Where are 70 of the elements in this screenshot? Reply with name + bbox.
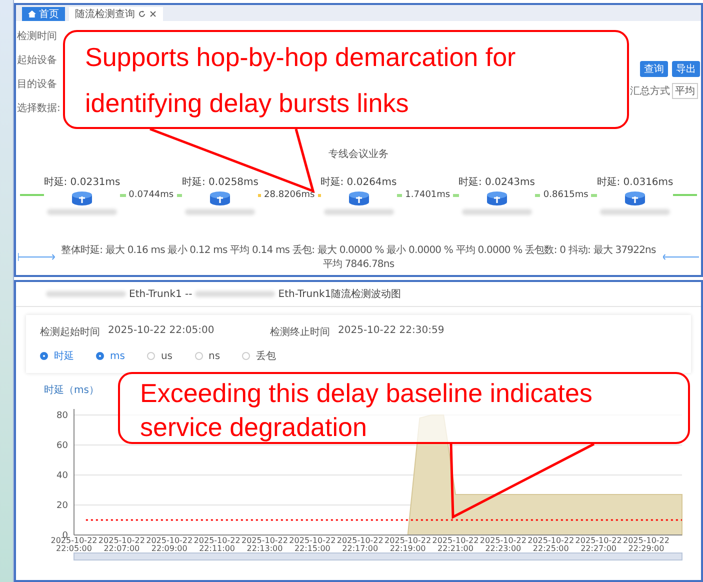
callout-text: Exceeding this delay baseline indicates service degradation: [140, 378, 592, 442]
node-delay-label: 时延: 0.0264ms: [320, 176, 397, 189]
summary-label: 汇总方式: [630, 84, 670, 98]
close-icon[interactable]: [149, 10, 157, 18]
axis-tick-label: 40: [56, 471, 68, 481]
router-icon[interactable]: [486, 191, 508, 207]
axis-tick-label: 2025-10-22 22:27:00: [575, 536, 622, 553]
refresh-icon[interactable]: [138, 10, 146, 18]
link-delay-label: 28.8206ms: [264, 190, 315, 200]
link-delay-label: 0.0744ms: [128, 190, 174, 200]
radio-option[interactable]: ms: [96, 349, 125, 363]
node-delay-label: 时延: 0.0243ms: [458, 176, 535, 189]
time-value: 2025-10-22 22:30:59: [338, 325, 444, 338]
blurred-label: [185, 209, 256, 215]
range-arrow: [18, 253, 54, 261]
link-line: [20, 194, 44, 196]
axis-tick-label: 2025-10-22 22:11:00: [194, 536, 240, 553]
form-label: 选择数据:: [17, 102, 61, 115]
axis-tick-label: 2025-10-22 22:17:00: [336, 536, 384, 553]
axis-tick-label: 2025-10-22 22:13:00: [242, 536, 288, 553]
axis-tick-label: 2025-10-22 22:21:00: [432, 536, 479, 553]
router-icon[interactable]: [624, 191, 646, 207]
radio-option[interactable]: ns: [194, 349, 220, 363]
axis-tick-label: 2025-10-22 22:25:00: [528, 536, 574, 553]
blurred-label: [47, 209, 117, 215]
blurred-label: [462, 209, 532, 215]
link-delay-label: 1.7401ms: [405, 190, 450, 200]
path-summary: 整体时延: 最大 0.16 ms 最小 0.12 ms 平均 0.14 ms 丢包: 最大 0.0000 % 最小 0.0000 % 平均 0.0000 % 丢包数: 0 抖动: 最大 37922ns 平均 7846.78ns: [60, 244, 657, 271]
axis-tick-label: 2025-10-22 22:29:00: [622, 536, 670, 553]
home-icon: [28, 10, 36, 18]
axis-tick-label: 80: [56, 411, 68, 421]
node-delay-label: 时延: 0.0231ms: [44, 176, 120, 189]
time-label: 检测终止时间: [270, 326, 330, 339]
router-icon[interactable]: [209, 191, 232, 207]
axis-tick-label: 20: [56, 501, 68, 511]
axis-tick-label: 2025-10-22 22:05:00: [50, 536, 98, 553]
service-title: 专线会议业务: [328, 148, 390, 161]
tab[interactable]: 随流检测查询: [69, 7, 163, 21]
axis-tick-label: 2025-10-22 22:07:00: [98, 536, 145, 553]
axis-tick-label: 2025-10-22 22:23:00: [480, 536, 526, 553]
form-label: 检测时间: [17, 30, 58, 43]
chart-title: Eth-Trunk1随流检测波动图: [278, 288, 402, 301]
radio-option[interactable]: 时延: [40, 349, 74, 363]
chart-title: Eth-Trunk1 --: [129, 288, 192, 300]
radio-option[interactable]: 丢包: [242, 349, 276, 363]
axis-tick-label: 2025-10-22 22:15:00: [289, 536, 336, 553]
form-label: 起始设备: [17, 54, 58, 67]
router-icon[interactable]: [348, 191, 370, 207]
callout-text: Supports hop-by-hop demarcation for identifying delay bursts links: [85, 42, 516, 118]
time-label: 检测起始时间: [40, 326, 100, 339]
time-value: 2025-10-22 22:05:00: [108, 325, 214, 338]
tab[interactable]: 首页: [22, 7, 65, 21]
blurred-label: [600, 209, 670, 215]
action-button[interactable]: 导出: [672, 61, 700, 77]
radio-option[interactable]: us: [146, 349, 173, 363]
axis-tick-label: 2025-10-22 22:19:00: [384, 536, 432, 553]
action-button[interactable]: 查询: [640, 61, 668, 77]
axis-tick-label: 2025-10-22 22:09:00: [146, 536, 193, 553]
summary-select[interactable]: 平均: [672, 83, 698, 99]
form-label: 目的设备: [17, 78, 58, 91]
node-delay-label: 时延: 0.0316ms: [596, 176, 674, 189]
link-line: [673, 194, 697, 196]
node-delay-label: 时延: 0.0258ms: [182, 176, 258, 189]
blurred-label: [324, 209, 394, 215]
range-arrow: [662, 253, 699, 261]
zoom-slider[interactable]: [74, 552, 682, 560]
link-delay-label: 0.8615ms: [543, 190, 588, 200]
router-icon[interactable]: [71, 191, 93, 207]
axis-tick-label: 60: [56, 441, 68, 451]
axis-title: 时延（ms）: [44, 384, 99, 397]
